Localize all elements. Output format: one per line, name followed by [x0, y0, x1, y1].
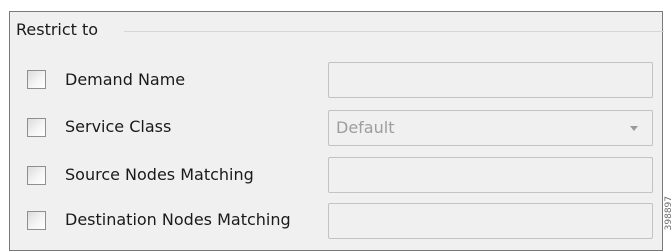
destination-nodes-checkbox[interactable] [27, 211, 46, 230]
service-class-label: Service Class [65, 117, 172, 136]
demand-name-label: Demand Name [65, 70, 186, 89]
source-nodes-checkbox[interactable] [27, 166, 46, 185]
source-nodes-label: Source Nodes Matching [65, 165, 254, 184]
service-class-checkbox[interactable] [27, 118, 46, 137]
demand-name-field[interactable] [328, 62, 653, 98]
destination-nodes-field[interactable] [328, 203, 653, 239]
source-nodes-field[interactable] [328, 157, 653, 193]
chevron-down-icon[interactable] [630, 126, 638, 131]
service-class-selected-value: Default [336, 118, 395, 137]
demand-name-checkbox[interactable] [27, 70, 46, 89]
destination-nodes-label: Destination Nodes Matching [65, 210, 291, 229]
group-divider [124, 31, 664, 32]
figure-id: 398897 [664, 196, 672, 231]
group-title: Restrict to [16, 20, 99, 39]
service-class-select[interactable]: Default [328, 110, 653, 146]
